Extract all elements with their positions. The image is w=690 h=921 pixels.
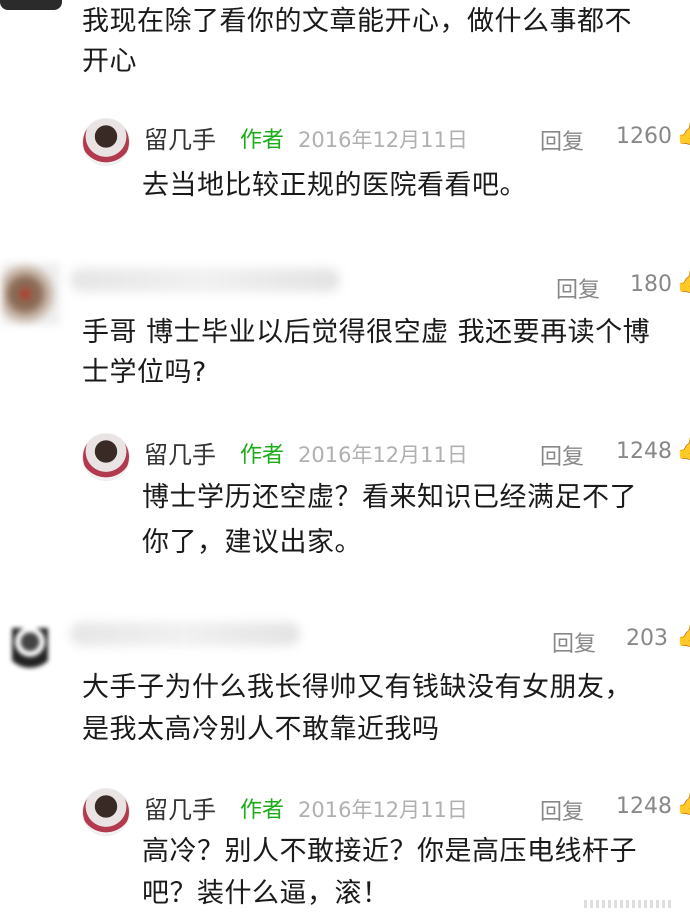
avatar-top-partial[interactable] — [0, 0, 62, 10]
reply-button[interactable]: 回复 — [540, 794, 584, 826]
author-avatar[interactable] — [82, 788, 130, 836]
comment-text: 大手子为什么我长得帅又有钱缺没有女朋友， — [82, 672, 632, 703]
author-tag: 作者 — [240, 128, 285, 153]
thumbs-up-icon[interactable]: 👍 — [676, 792, 690, 817]
thumbs-up-icon[interactable]: 👍 — [676, 624, 690, 649]
comment-text: 是我太高冷别人不敢靠近我吗 — [82, 714, 440, 745]
comment-text: 士学位吗? — [82, 357, 207, 388]
user-name-blurred[interactable] — [70, 268, 340, 292]
reply-button[interactable]: 回复 — [540, 439, 584, 471]
reply-text: 你了，建议出家。 — [142, 527, 362, 558]
reply-date: 2016年12月11日 — [298, 798, 468, 822]
author-name[interactable]: 留几手 — [144, 790, 216, 825]
author-avatar[interactable] — [82, 433, 130, 481]
comment-text-top-2: 开心 — [82, 46, 137, 77]
reply-text: 高冷？别人不敢接近？你是高压电线杆子 — [142, 836, 637, 867]
reply-date: 2016年12月11日 — [298, 128, 468, 152]
comment-text-top-1: 我现在除了看你的文章能开心，做什么事都不 — [82, 6, 632, 37]
reply-text: 去当地比较正规的医院看看吧。 — [142, 170, 527, 201]
like-count: 180 — [630, 272, 672, 297]
reply-button[interactable]: 回复 — [540, 124, 584, 156]
reply-date: 2016年12月11日 — [298, 443, 468, 467]
author-tag: 作者 — [240, 443, 285, 468]
user-avatar[interactable] — [12, 628, 48, 674]
like-count: 1260 — [616, 124, 672, 149]
user-name-blurred[interactable] — [70, 622, 300, 646]
thumbs-up-icon[interactable]: 👍 — [676, 437, 690, 462]
author-name[interactable]: 留几手 — [144, 435, 216, 470]
comment-text: 手哥 博士毕业以后觉得很空虚 我还要再读个博 — [82, 317, 651, 348]
thumbs-up-icon[interactable]: 👍 — [676, 270, 690, 295]
like-count: 1248 — [616, 439, 672, 464]
like-count: 1248 — [616, 794, 672, 819]
reply-button[interactable]: 回复 — [556, 272, 600, 304]
author-name[interactable]: 留几手 — [144, 120, 216, 155]
like-count: 203 — [626, 626, 668, 651]
user-avatar[interactable] — [2, 263, 60, 325]
author-avatar[interactable] — [82, 118, 130, 166]
watermark-dots — [584, 900, 674, 908]
reply-button[interactable]: 回复 — [552, 626, 596, 658]
reply-text: 博士学历还空虚？看来知识已经满足不了 — [142, 482, 637, 513]
reply-text: 吧？装什么逼，滚！ — [142, 878, 390, 909]
author-tag: 作者 — [240, 798, 285, 823]
thumbs-up-icon[interactable]: 👍 — [676, 122, 690, 147]
